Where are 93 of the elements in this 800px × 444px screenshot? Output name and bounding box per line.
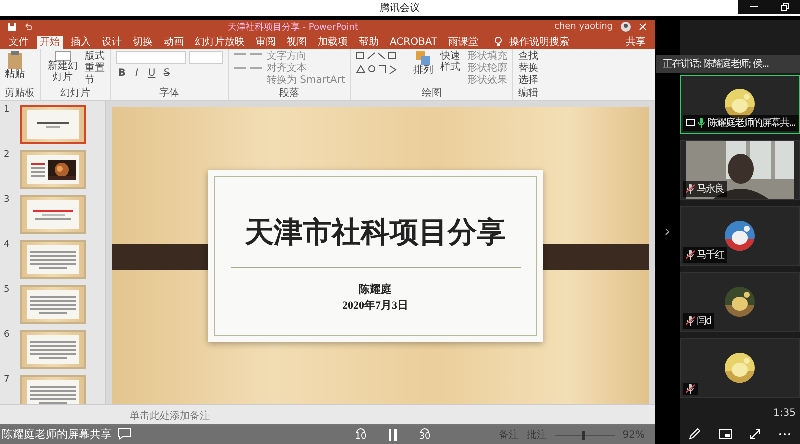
- meeting-timer: 1:35: [774, 408, 796, 419]
- avatar-icon: [621, 22, 631, 32]
- group-label: 编辑: [518, 88, 538, 100]
- speaking-text: 正在讲话: 陈耀庭老师; 侯...: [663, 58, 769, 71]
- ribbon-button[interactable]: 形状轮廓: [467, 63, 508, 75]
- lightbulb-icon: [494, 37, 502, 47]
- menu-tab[interactable]: 设计: [99, 36, 125, 49]
- ribbon-button[interactable]: 转换为 SmartArt: [267, 75, 346, 87]
- ribbon-button[interactable]: 形状效果: [467, 75, 508, 87]
- ribbon-button[interactable]: 查找: [518, 51, 538, 63]
- pause-icon[interactable]: [389, 428, 397, 440]
- format-button[interactable]: I: [131, 68, 143, 80]
- quick-styles-button[interactable]: 快速样式: [438, 51, 462, 73]
- ribbon-button[interactable]: 对齐文本: [267, 63, 346, 75]
- screen-icon[interactable]: [719, 429, 732, 440]
- slide-thumbnail[interactable]: [20, 240, 86, 279]
- menu-tab[interactable]: 动画: [161, 36, 187, 49]
- menu-tab[interactable]: 帮助: [356, 36, 382, 49]
- window-title: 天津社科项目分享 - PowerPoint: [226, 22, 360, 34]
- ribbon-button[interactable]: 替换: [518, 63, 538, 75]
- rewind-button[interactable]: 10: [355, 427, 367, 442]
- close-icon[interactable]: [639, 23, 647, 31]
- group-label: 剪贴板: [5, 88, 35, 100]
- ribbon-button[interactable]: 选择: [518, 75, 538, 87]
- minimize-icon[interactable]: [750, 6, 758, 8]
- expand-icon[interactable]: [750, 428, 761, 440]
- font-size-field[interactable]: [189, 51, 223, 64]
- participant-name: 马千红: [697, 248, 724, 262]
- group-label: 幻灯片: [60, 88, 92, 100]
- clipboard-icon: [7, 51, 23, 69]
- participant-name: 闫d: [697, 314, 712, 328]
- menu-tab[interactable]: 开始: [37, 36, 63, 49]
- ribbon-button[interactable]: 形状填充: [467, 51, 508, 63]
- list-icons-drawing: [234, 51, 262, 69]
- more-icon[interactable]: [779, 432, 791, 436]
- new-slide-button[interactable]: 新建幻灯片: [46, 51, 80, 83]
- menu-tab[interactable]: 切换: [130, 36, 156, 49]
- slide-number: 3: [4, 195, 11, 205]
- slide-title: 天津市社科项目分享: [245, 214, 506, 250]
- tell-me-search[interactable]: 操作说明搜索: [506, 36, 572, 49]
- share-caption: 陈耀庭老师的屏幕共享: [2, 426, 112, 442]
- slide-number: 5: [4, 285, 11, 295]
- screen-share-icon: [686, 119, 695, 128]
- slide-thumbnail[interactable]: [20, 195, 86, 234]
- slide-number: 2: [4, 150, 11, 160]
- forward-icon: [419, 427, 431, 433]
- ribbon-button[interactable]: 文字方向: [267, 51, 346, 63]
- format-button[interactable]: U: [146, 68, 158, 80]
- participant-name: 马永良: [697, 182, 724, 196]
- slide-number: 6: [4, 330, 11, 340]
- font-name-field[interactable]: [116, 51, 186, 64]
- menu-tab[interactable]: 雨课堂: [446, 36, 482, 49]
- ribbon-button[interactable]: 节: [85, 75, 105, 87]
- arrange-button[interactable]: 排列: [413, 51, 434, 76]
- ribbon-button[interactable]: 重置: [85, 63, 105, 75]
- slide-number: 1: [4, 105, 11, 115]
- format-button[interactable]: B: [116, 68, 128, 80]
- slide-thumbnail[interactable]: [20, 375, 86, 404]
- pencil-icon[interactable]: [689, 428, 701, 440]
- forward-button[interactable]: 30: [419, 427, 431, 442]
- menu-tab[interactable]: 审阅: [253, 36, 279, 49]
- save-icon[interactable]: [8, 23, 16, 31]
- menu-tab[interactable]: 加载项: [315, 36, 351, 49]
- format-button[interactable]: S: [161, 68, 173, 80]
- slide-number: 4: [4, 240, 11, 250]
- group-label: 绘图: [420, 88, 443, 100]
- menu-tab[interactable]: 文件: [6, 36, 32, 49]
- share-button[interactable]: 共享: [623, 36, 649, 49]
- group-label: 段落: [278, 88, 301, 100]
- slide-thumbnail[interactable]: [20, 285, 86, 324]
- slide-thumbnail[interactable]: [20, 150, 86, 189]
- menu-tab[interactable]: 插入: [68, 36, 94, 49]
- slide-date: 2020年7月3日: [342, 298, 408, 314]
- chat-icon[interactable]: [118, 428, 132, 440]
- menu-tab[interactable]: 视图: [284, 36, 310, 49]
- arrange-icon: [416, 51, 430, 65]
- restore-icon[interactable]: [780, 3, 788, 11]
- chevron-icon[interactable]: [665, 228, 670, 236]
- menu-tab[interactable]: ACROBAT: [387, 36, 440, 49]
- group-label: 字体: [158, 88, 180, 100]
- slide-thumbnail[interactable]: [20, 330, 86, 369]
- slide-author: 陈耀庭: [359, 282, 392, 298]
- rewind-icon: [355, 427, 367, 433]
- participant-name: 陈耀庭老师的屏幕共...: [708, 116, 796, 130]
- slide-thumbnail[interactable]: [20, 105, 86, 144]
- menu-tab[interactable]: 幻灯片放映: [192, 36, 248, 49]
- ribbon-button[interactable]: 版式: [85, 51, 105, 63]
- app-title: 腾讯会议: [379, 2, 421, 15]
- undo-icon[interactable]: [24, 23, 32, 31]
- user-name: chen yaoting: [554, 22, 613, 32]
- slide-number: 7: [4, 375, 11, 385]
- paste-button[interactable]: 粘贴: [5, 51, 25, 80]
- zoom-thumb[interactable]: [582, 430, 585, 440]
